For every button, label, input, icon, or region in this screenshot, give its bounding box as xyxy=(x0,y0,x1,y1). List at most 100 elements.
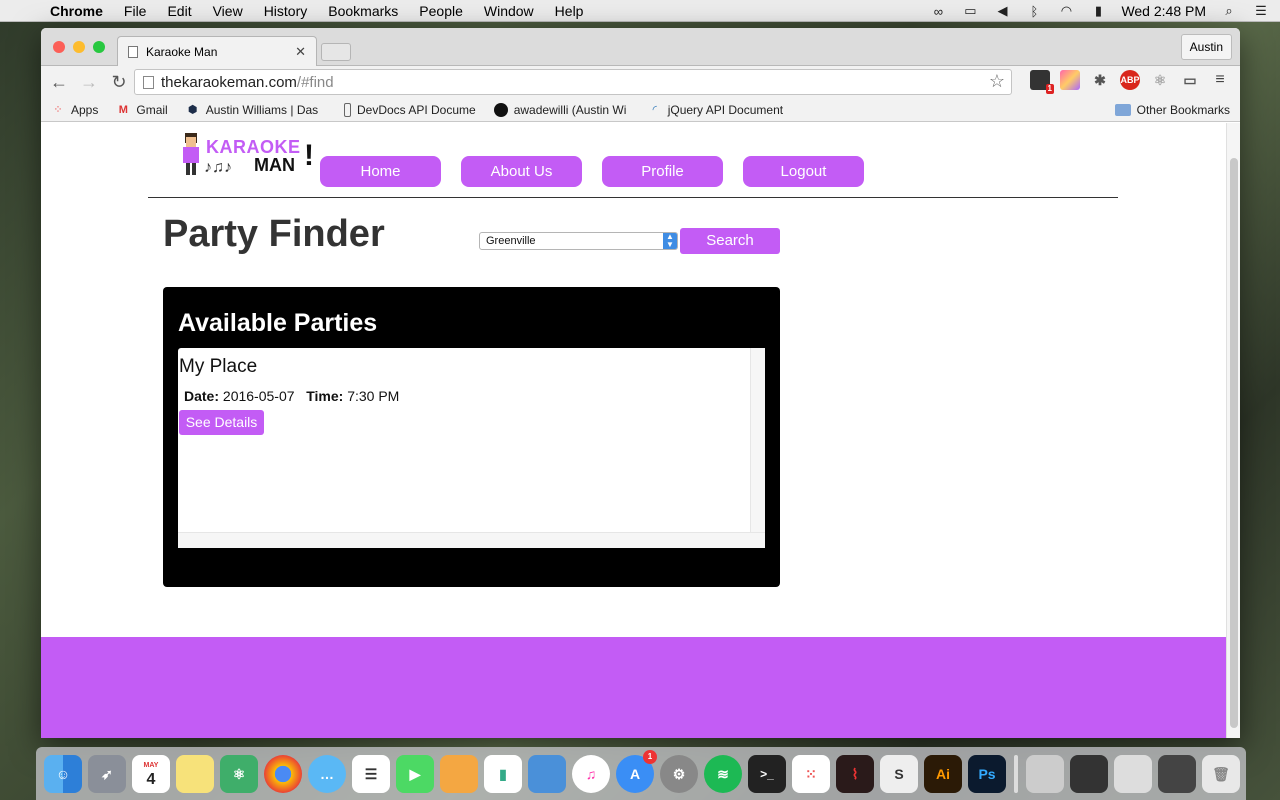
calendar-day: 4 xyxy=(146,770,156,788)
numbers-icon[interactable]: ▮ xyxy=(484,754,522,793)
menu-window[interactable]: Window xyxy=(484,3,534,19)
messages-icon[interactable]: … xyxy=(308,754,346,793)
volume-icon[interactable]: ◀ xyxy=(993,3,1011,19)
cast-icon[interactable]: ▭ xyxy=(1180,70,1200,90)
scrollbar-thumb[interactable] xyxy=(1230,158,1238,728)
close-tab-icon[interactable]: ✕ xyxy=(295,44,306,60)
facetime-icon[interactable]: ▶ xyxy=(396,754,434,793)
other-bookmarks[interactable]: Other Bookmarks xyxy=(1114,98,1230,122)
zoom-window-button[interactable] xyxy=(93,41,105,53)
search-button[interactable]: Search xyxy=(680,228,780,254)
acrobat-icon[interactable]: ⌇ xyxy=(836,754,874,793)
battery-icon[interactable]: ▮ xyxy=(1089,3,1107,19)
bookmark-jquery[interactable]: ◜ jQuery API Document xyxy=(648,103,786,117)
back-arrow-icon[interactable]: ← xyxy=(47,72,71,93)
forward-arrow-icon[interactable]: → xyxy=(77,72,101,93)
tab-strip: Karaoke Man ✕ Austin xyxy=(41,28,1240,66)
reminders-icon[interactable]: ☰ xyxy=(352,754,390,793)
nav-logout-button[interactable]: Logout xyxy=(743,156,864,187)
see-details-button[interactable]: See Details xyxy=(179,410,264,435)
creative-cloud-icon[interactable]: ∞ xyxy=(929,4,947,19)
notes-icon[interactable] xyxy=(176,754,214,793)
minimized-window-thumb[interactable] xyxy=(1114,754,1152,793)
keynote-icon[interactable] xyxy=(528,754,566,793)
airplay-icon[interactable]: ▭ xyxy=(961,3,979,19)
itunes-icon[interactable]: ♫ xyxy=(572,754,610,793)
menu-file[interactable]: File xyxy=(124,3,147,19)
wifi-icon[interactable]: ◠ xyxy=(1057,3,1075,19)
bluetooth-icon[interactable]: ᛒ xyxy=(1025,4,1043,19)
launchpad-icon[interactable]: ➶ xyxy=(88,754,126,793)
bookmark-dashboard[interactable]: ⬢ Austin Williams | Das xyxy=(186,103,326,117)
trash-icon[interactable]: 🗑 xyxy=(1202,754,1240,793)
finder-icon[interactable]: ☺ xyxy=(44,754,82,793)
menu-clock[interactable]: Wed 2:48 PM xyxy=(1121,3,1206,19)
apps-grid-icon: ⁘ xyxy=(53,103,63,116)
bookmark-devdocs[interactable]: DevDocs API Docume xyxy=(343,102,476,117)
karaoke-man-logo[interactable]: KARAOKE ♪♫♪ MAN ! xyxy=(176,129,316,181)
list-horizontal-scrollbar[interactable] xyxy=(178,532,765,548)
minimized-window-thumb[interactable] xyxy=(1026,754,1064,793)
menu-history[interactable]: History xyxy=(264,3,308,19)
minimized-window-thumb[interactable] xyxy=(1158,754,1196,793)
calendar-icon[interactable]: MAY 4 xyxy=(132,754,170,793)
available-parties-panel: Available Parties My Place Date: 2016-05… xyxy=(163,287,780,587)
menu-app-name[interactable]: Chrome xyxy=(50,3,103,19)
bookmark-gmail[interactable]: M Gmail xyxy=(116,103,168,117)
app-store-icon[interactable]: A1 xyxy=(616,749,657,793)
new-tab-button[interactable] xyxy=(321,43,351,61)
city-select[interactable]: Greenville ▲ ▼ xyxy=(479,232,678,250)
react-devtools-icon[interactable]: ⚛ xyxy=(1150,70,1170,90)
minimize-window-button[interactable] xyxy=(73,41,85,53)
profile-button[interactable]: Austin xyxy=(1180,34,1232,60)
colorzilla-icon[interactable] xyxy=(1060,70,1080,90)
browser-tab[interactable]: Karaoke Man ✕ xyxy=(117,36,317,66)
nav-profile-button[interactable]: Profile xyxy=(602,156,723,187)
system-preferences-icon[interactable]: ⚙ xyxy=(660,754,698,793)
menu-extras: ∞ ▭ ◀ ᛒ ◠ ▮ Wed 2:48 PM ⌕ ☰ xyxy=(929,0,1270,22)
gmail-icon: M xyxy=(118,103,128,116)
nav-home-button[interactable]: Home xyxy=(320,156,441,187)
close-window-button[interactable] xyxy=(53,41,65,53)
header-divider xyxy=(148,197,1118,198)
reload-icon[interactable]: ↻ xyxy=(107,72,131,93)
party-name: My Place xyxy=(179,356,258,377)
notification-center-icon[interactable]: ☰ xyxy=(1252,3,1270,19)
chrome-icon[interactable] xyxy=(264,754,302,793)
nav-about-button[interactable]: About Us xyxy=(461,156,582,187)
menu-view[interactable]: View xyxy=(213,3,243,19)
page-scrollbar[interactable] xyxy=(1226,123,1240,738)
page-icon xyxy=(128,45,138,58)
bookmark-apps[interactable]: ⁘ Apps xyxy=(51,103,98,117)
time-label: Time: xyxy=(306,388,344,404)
spotlight-search-icon[interactable]: ⌕ xyxy=(1220,3,1238,19)
menu-bookmarks[interactable]: Bookmarks xyxy=(328,3,398,19)
bookmark-label: Apps xyxy=(71,102,99,117)
menu-help[interactable]: Help xyxy=(555,3,584,19)
app-grid-icon[interactable]: ⁙ xyxy=(792,754,830,793)
address-bar[interactable]: thekaraokeman.com/#find ☆ xyxy=(134,69,1012,95)
list-vertical-scrollbar[interactable] xyxy=(750,348,765,532)
select-arrows-icon[interactable]: ▲ ▼ xyxy=(663,233,677,249)
minimized-window-thumb[interactable] xyxy=(1070,754,1108,793)
menu-people[interactable]: People xyxy=(419,3,463,19)
ghostery-icon[interactable]: 1 xyxy=(1030,70,1054,94)
slack-icon[interactable]: S xyxy=(880,754,918,793)
terminal-icon[interactable]: >_ xyxy=(748,754,786,793)
url-host: thekaraokeman.com xyxy=(161,73,297,91)
bookmark-github[interactable]: awadewilli (Austin Wi xyxy=(493,102,630,117)
bug-icon[interactable]: ✱ xyxy=(1090,70,1110,90)
music-notes-icon: ♪♫♪ xyxy=(204,159,232,176)
chrome-menu-icon[interactable]: ≡ xyxy=(1210,70,1230,90)
bookmark-star-icon[interactable]: ☆ xyxy=(989,71,1005,92)
adblock-plus-icon[interactable]: ABP xyxy=(1120,70,1140,90)
menu-edit[interactable]: Edit xyxy=(167,3,191,19)
atom-icon[interactable]: ⚛ xyxy=(220,754,258,793)
url-path: /#find xyxy=(296,73,334,91)
github-icon xyxy=(493,102,508,117)
illustrator-icon[interactable]: Ai xyxy=(924,754,962,793)
photoshop-icon[interactable]: Ps xyxy=(968,754,1006,793)
pages-icon[interactable] xyxy=(440,754,478,793)
folder-icon xyxy=(1114,104,1131,116)
spotify-icon[interactable]: ≋ xyxy=(704,754,742,793)
